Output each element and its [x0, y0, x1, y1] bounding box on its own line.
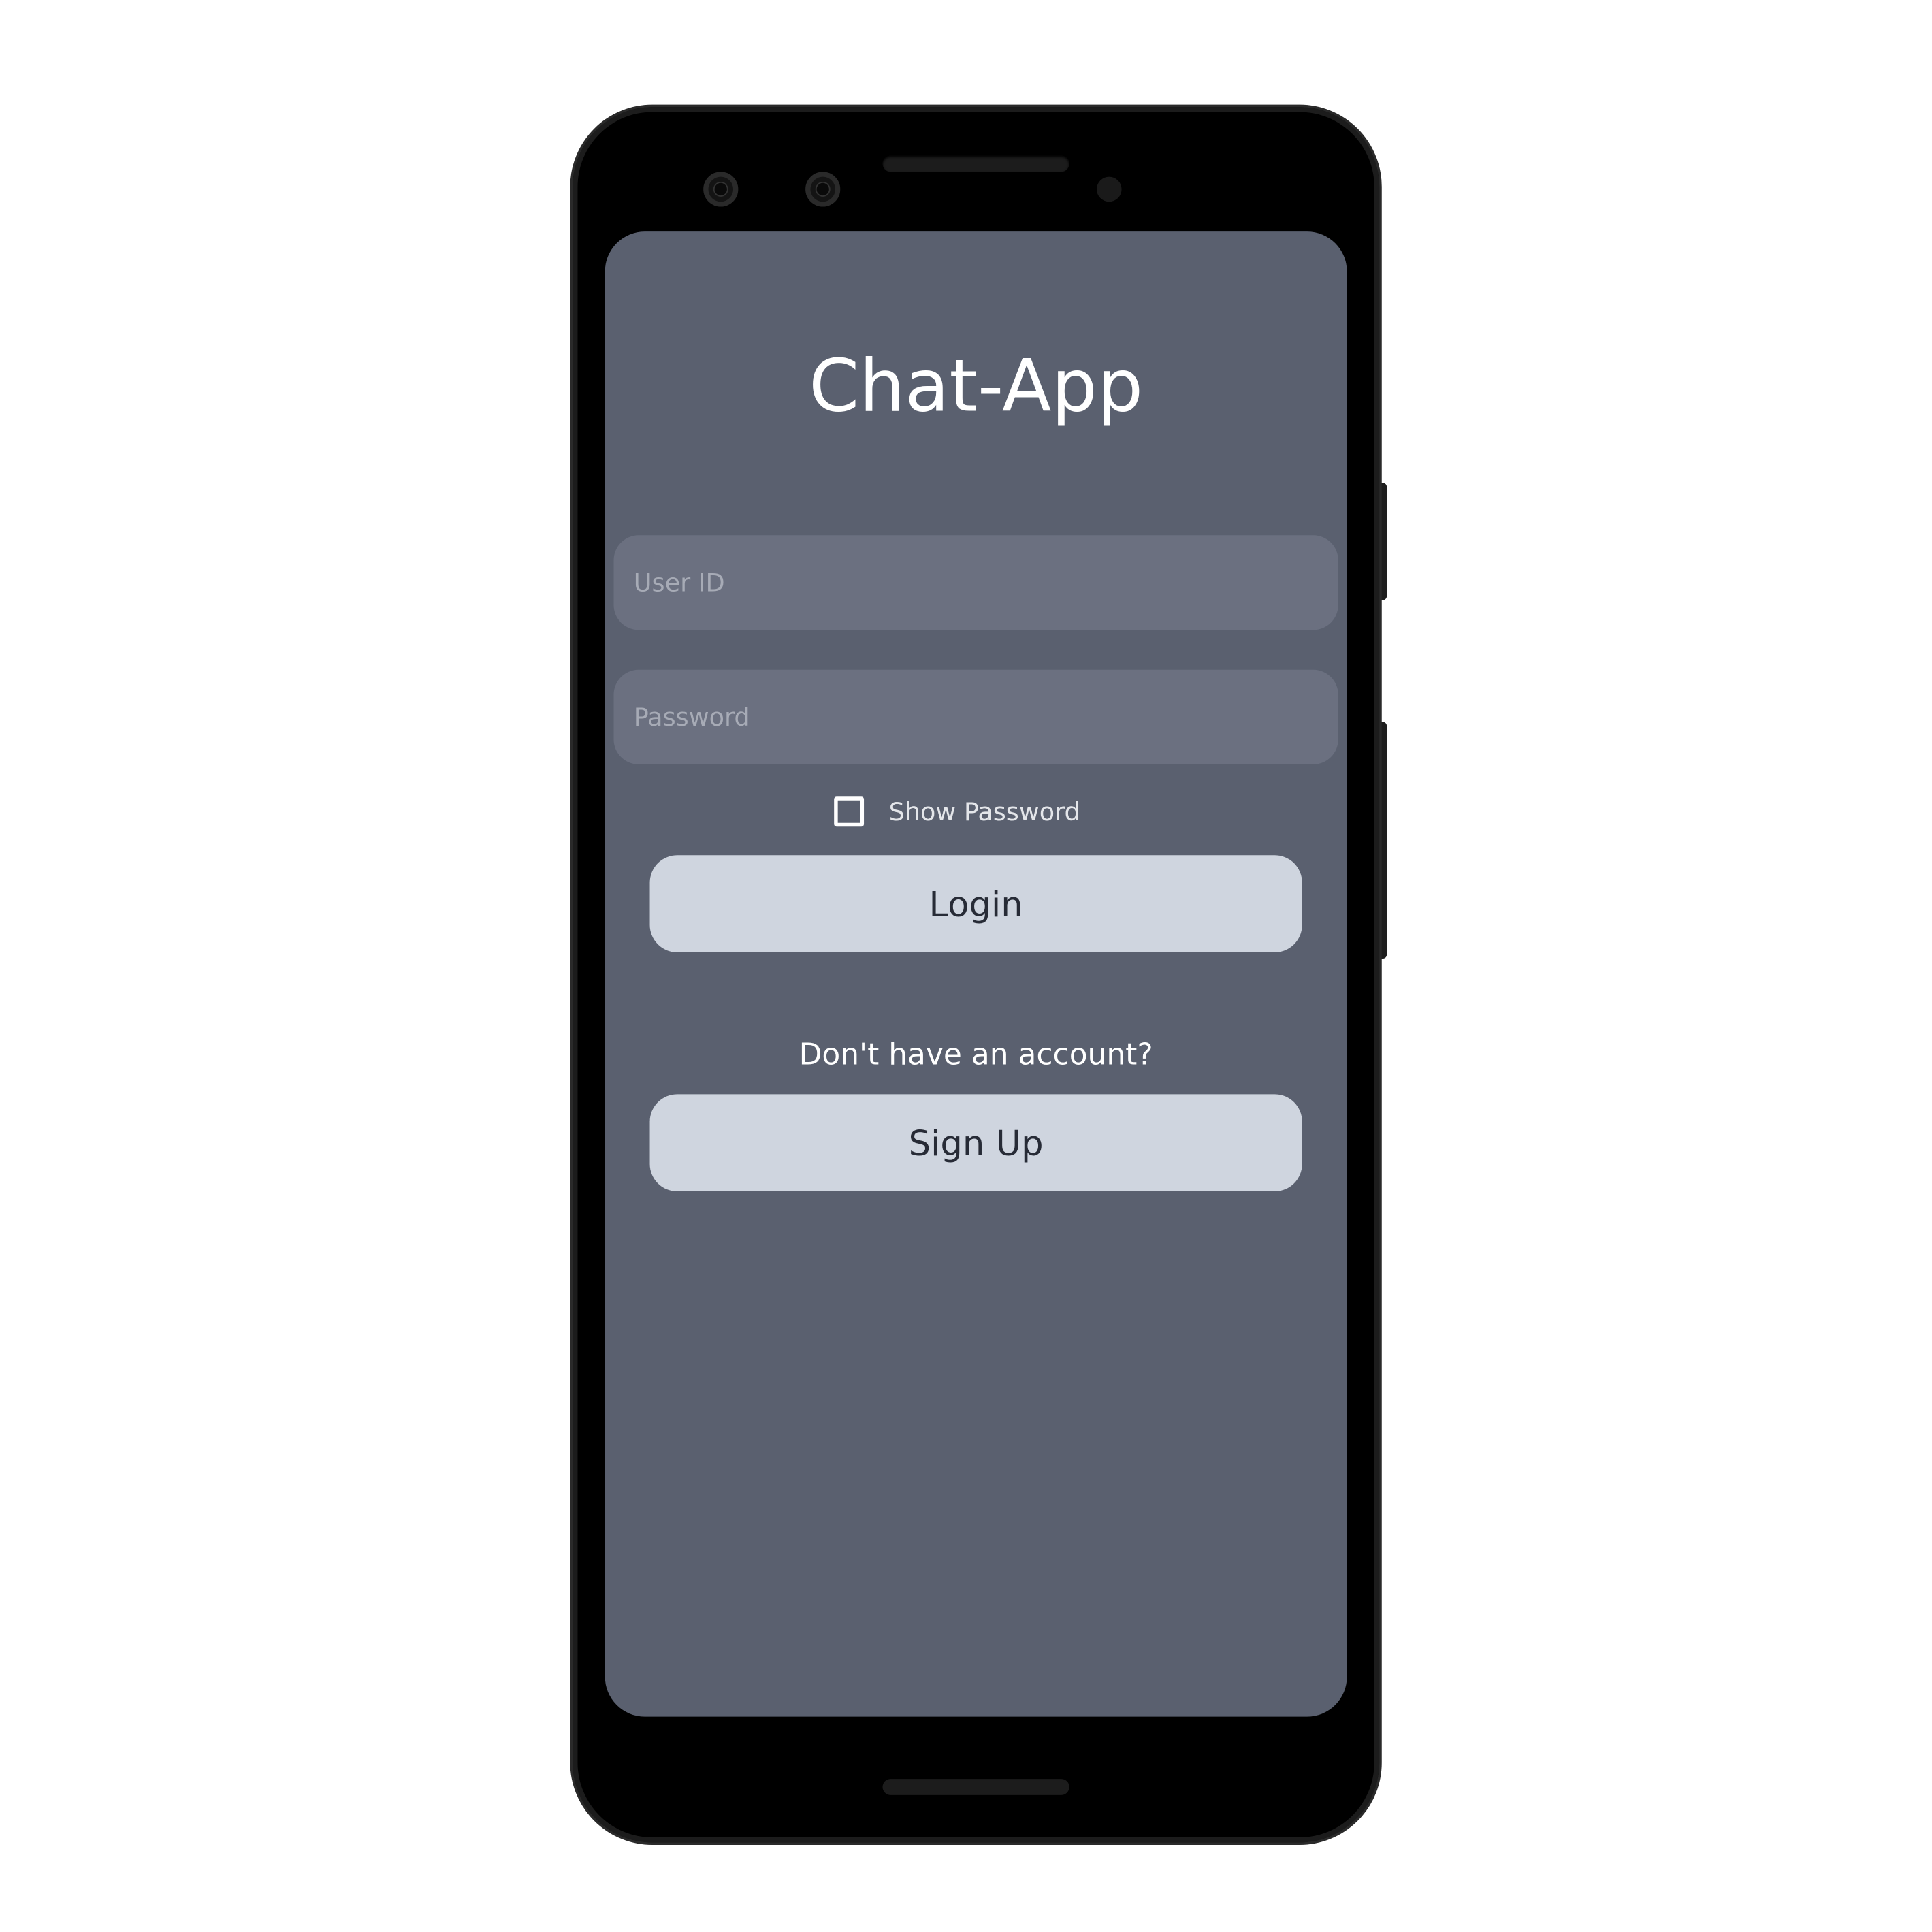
proximity-sensor — [1097, 176, 1122, 202]
login-screen: Chat-App Show Password Login Don't have … — [605, 231, 1347, 1717]
signup-prompt: Don't have an account? — [799, 1037, 1153, 1072]
app-title: Chat-App — [809, 343, 1144, 429]
earpiece-speaker — [882, 155, 1069, 172]
device-mockup: Chat-App Show Password Login Don't have … — [0, 0, 1932, 1932]
user-id-field[interactable] — [613, 535, 1338, 630]
show-password-toggle[interactable]: Show Password — [834, 793, 1080, 831]
show-password-label: Show Password — [888, 796, 1080, 827]
checkbox-unchecked-icon[interactable] — [834, 796, 865, 827]
sign-up-button[interactable]: Sign Up — [649, 1094, 1302, 1191]
front-camera-right-icon — [805, 172, 841, 207]
password-input[interactable] — [633, 702, 1319, 732]
bottom-speaker — [882, 1779, 1069, 1795]
login-button[interactable]: Login — [649, 855, 1302, 952]
user-id-input[interactable] — [633, 567, 1319, 598]
front-camera-left-icon — [703, 172, 739, 207]
password-field[interactable] — [613, 669, 1338, 764]
